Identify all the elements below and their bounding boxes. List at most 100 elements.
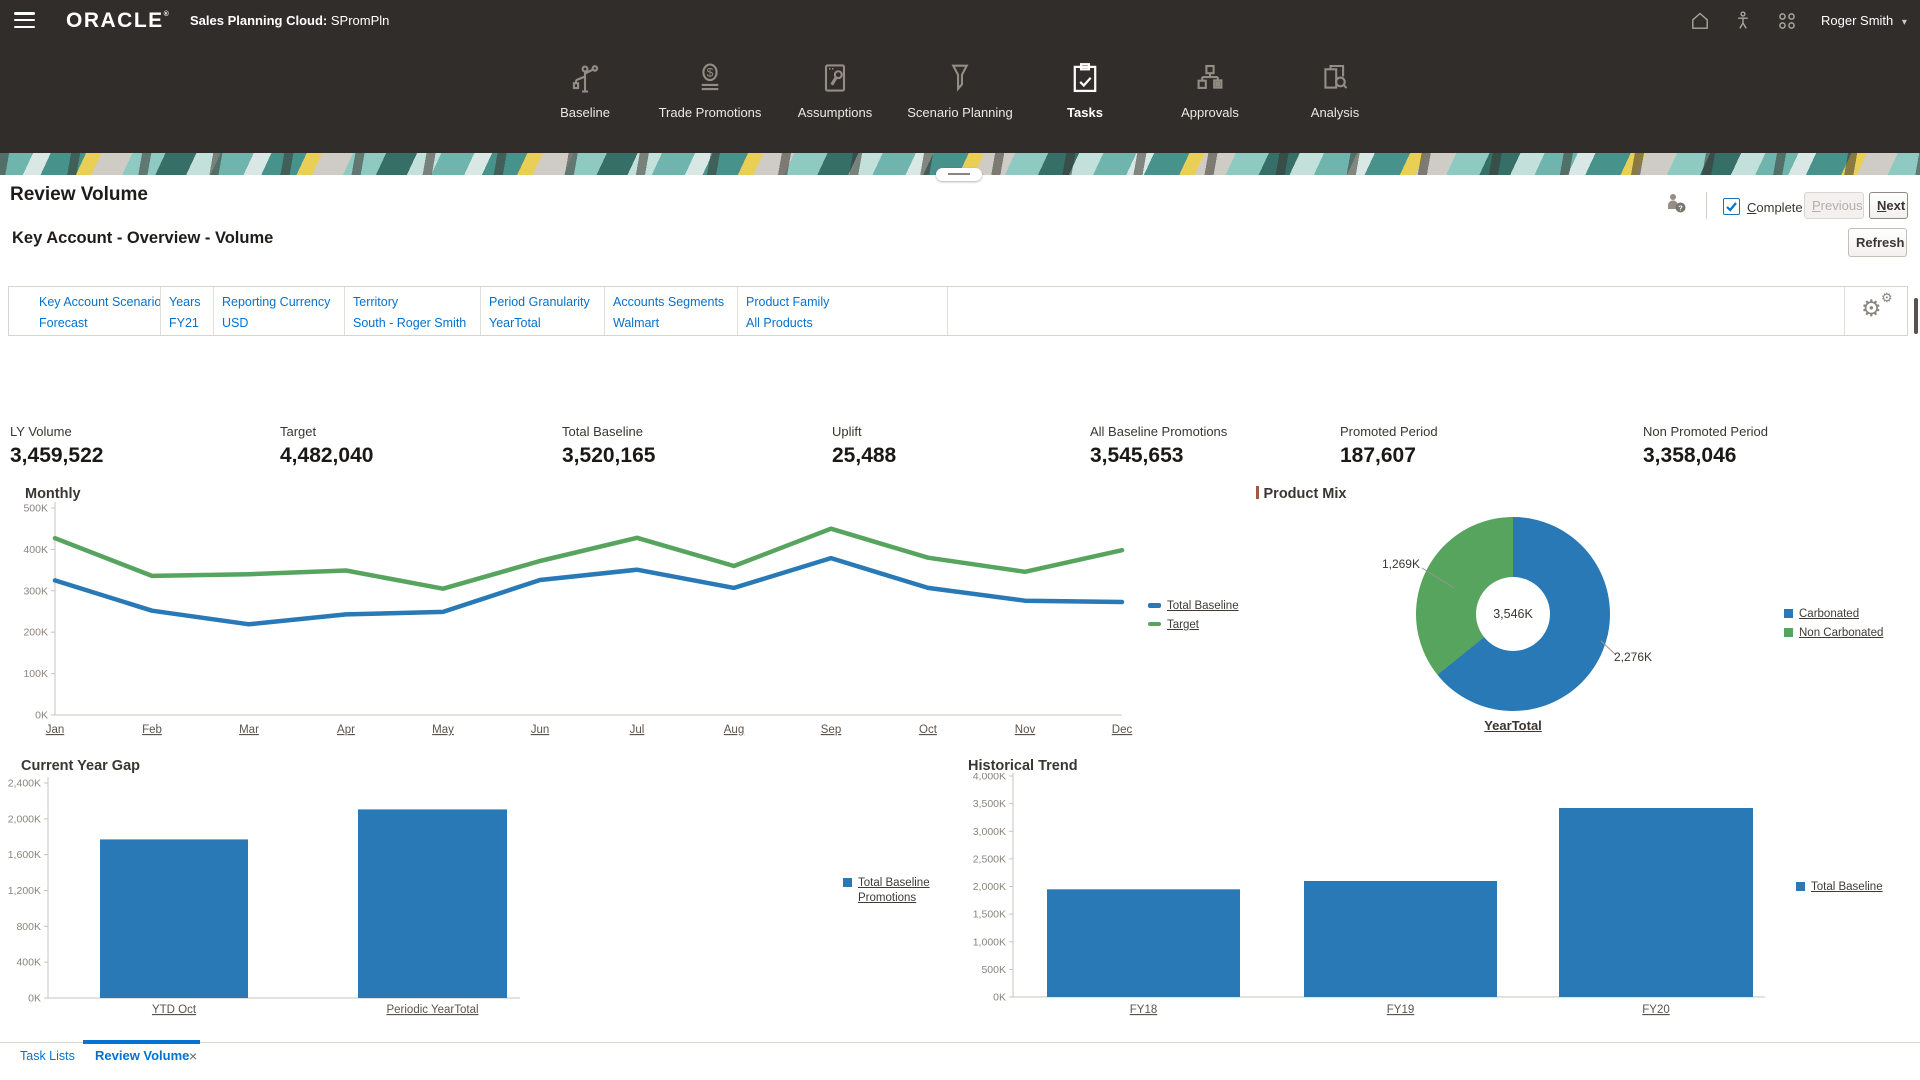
legend-item[interactable]: Total Baseline (1148, 599, 1239, 614)
product-mix-title: Product Mix (1225, 486, 1385, 502)
kpi-label: Total Baseline (562, 424, 655, 439)
x-axis-label[interactable]: FY20 (1642, 1004, 1670, 1016)
svg-text:?: ? (1678, 203, 1683, 212)
legend-item[interactable]: Carbonated (1784, 607, 1883, 622)
pov-item-value[interactable]: South - Roger Smith (353, 316, 476, 330)
x-axis-label[interactable]: Dec (1112, 724, 1133, 736)
y-axis-tick-label: 3,000K (973, 826, 1006, 838)
tab-bar-divider (0, 1042, 1920, 1043)
previous-button[interactable]: Previous (1804, 192, 1864, 219)
banner-collapse-handle[interactable] (936, 168, 982, 181)
kpi-label: LY Volume (10, 424, 103, 439)
pov-item-value[interactable]: All Products (746, 316, 943, 330)
tab-review-volume[interactable]: Review Volume (95, 1048, 189, 1063)
x-axis-label[interactable]: Jan (46, 724, 65, 736)
menu-icon[interactable] (14, 12, 36, 31)
y-axis-tick-label: 2,500K (973, 853, 1006, 865)
pov-item-value[interactable]: Forecast (39, 316, 156, 330)
donut-period-link[interactable]: YearTotal (1428, 718, 1598, 733)
y-axis-tick-label: 800K (16, 921, 41, 933)
nav-item-analysis[interactable]: Analysis (1273, 43, 1398, 153)
y-axis-tick-label: 500K (981, 964, 1006, 976)
x-axis-label[interactable]: Nov (1015, 724, 1036, 736)
kpi-tile: Target4,482,040 (280, 424, 373, 468)
x-axis-label[interactable]: Feb (142, 724, 162, 736)
current-year-gap-title: Current Year Gap (21, 758, 140, 774)
bar-fy18[interactable] (1047, 889, 1240, 997)
baseline-icon (567, 60, 603, 96)
pov-item-label: Product Family (746, 295, 943, 309)
complete-checkbox[interactable] (1723, 198, 1740, 215)
bar-periodic-yeartotal[interactable] (358, 809, 507, 998)
x-axis-label[interactable]: Mar (239, 724, 259, 736)
x-axis-label[interactable]: FY19 (1387, 1004, 1415, 1016)
bar-fy19[interactable] (1304, 881, 1497, 997)
legend-item[interactable]: Target (1148, 618, 1239, 633)
pov-item-value[interactable]: Walmart (613, 316, 733, 330)
x-axis-label[interactable]: Aug (724, 724, 744, 736)
nav-item-baseline[interactable]: Baseline (523, 43, 648, 153)
x-axis-label[interactable]: Oct (919, 724, 938, 736)
y-axis-tick-label: 500K (23, 503, 48, 515)
accessibility-icon[interactable] (1731, 9, 1755, 33)
x-axis-label[interactable]: Periodic YearTotal (386, 1004, 478, 1016)
user-guide-icon[interactable]: ? (1663, 190, 1689, 216)
legend-item[interactable]: Total Baseline Promotions (843, 876, 955, 906)
nav-item-assumptions[interactable]: Assumptions (773, 43, 898, 153)
nav-item-scenario-planning[interactable]: Scenario Planning (898, 43, 1023, 153)
kpi-label: All Baseline Promotions (1090, 424, 1227, 439)
y-axis-tick-label: 1,200K (8, 885, 41, 897)
nav-item-label: Scenario Planning (898, 105, 1023, 120)
pov-item: Key Account ScenarioForecast (9, 287, 161, 335)
apps-grid-icon[interactable] (1775, 9, 1799, 33)
y-axis-tick-label: 300K (23, 585, 48, 597)
user-menu[interactable]: Roger Smith ▾ (1821, 13, 1907, 28)
nav-item-approvals[interactable]: Approvals (1148, 43, 1273, 153)
legend-item[interactable]: Total Baseline (1796, 880, 1883, 895)
legend-label: Total Baseline (1167, 599, 1239, 614)
x-axis-label[interactable]: Jul (630, 724, 645, 736)
approvals-icon (1192, 60, 1228, 96)
bar-ytd-oct[interactable] (100, 839, 248, 998)
pov-item: Reporting CurrencyUSD (214, 287, 345, 335)
y-axis-tick-label: 0K (35, 710, 48, 722)
line-series-total-baseline[interactable] (55, 558, 1122, 624)
pov-item-value[interactable]: FY21 (169, 316, 209, 330)
refresh-button[interactable]: Refresh (1848, 228, 1907, 257)
x-axis-label[interactable]: Sep (821, 724, 841, 736)
pov-item: TerritorySouth - Roger Smith (345, 287, 481, 335)
x-axis-label[interactable]: YTD Oct (152, 1004, 197, 1016)
settings-gear-icon[interactable]: ⚙⚙ (1844, 287, 1907, 335)
registered-mark: ® (164, 11, 169, 18)
pov-item-value[interactable]: USD (222, 316, 340, 330)
kpi-label: Uplift (832, 424, 896, 439)
legend-item[interactable]: Non Carbonated (1784, 626, 1883, 641)
kpi-value: 3,459,522 (10, 444, 103, 468)
kpi-value: 3,545,653 (1090, 444, 1227, 468)
bar-fy20[interactable] (1559, 808, 1753, 997)
y-axis-tick-label: 100K (23, 668, 48, 680)
scrollbar-thumb[interactable] (1914, 298, 1918, 334)
next-button[interactable]: Next (1869, 192, 1908, 219)
kpi-tile: Non Promoted Period3,358,046 (1643, 424, 1768, 468)
home-icon[interactable] (1688, 9, 1712, 33)
kpi-tile: LY Volume 3,459,522 (10, 424, 103, 468)
pov-item: Period GranularityYearTotal (481, 287, 605, 335)
legend-swatch (1148, 603, 1161, 608)
pov-item-value[interactable]: YearTotal (489, 316, 600, 330)
kpi-tile: All Baseline Promotions 3,545,653 (1090, 424, 1227, 468)
x-axis-label[interactable]: FY18 (1130, 1004, 1158, 1016)
x-axis-label[interactable]: May (432, 724, 454, 736)
nav-item-trade-promotions[interactable]: $Trade Promotions (648, 43, 773, 153)
kpi-value: 3,520,165 (562, 444, 655, 468)
tab-task-lists[interactable]: Task Lists (20, 1049, 75, 1063)
y-axis-tick-label: 3,500K (973, 798, 1006, 810)
sales-planning-app: ORACLE® Sales Planning Cloud: SPromPln R… (0, 0, 1920, 1080)
line-series-target[interactable] (55, 529, 1122, 589)
current-year-gap-chart: 0K400K800K1,200K1,600K2,000K2,400KYTD Oc… (8, 773, 748, 1031)
x-axis-label[interactable]: Apr (337, 724, 355, 736)
complete-label: Complete (1747, 200, 1803, 215)
nav-item-tasks[interactable]: Tasks (1023, 43, 1148, 153)
close-icon[interactable]: × (189, 1048, 197, 1064)
x-axis-label[interactable]: Jun (531, 724, 550, 736)
